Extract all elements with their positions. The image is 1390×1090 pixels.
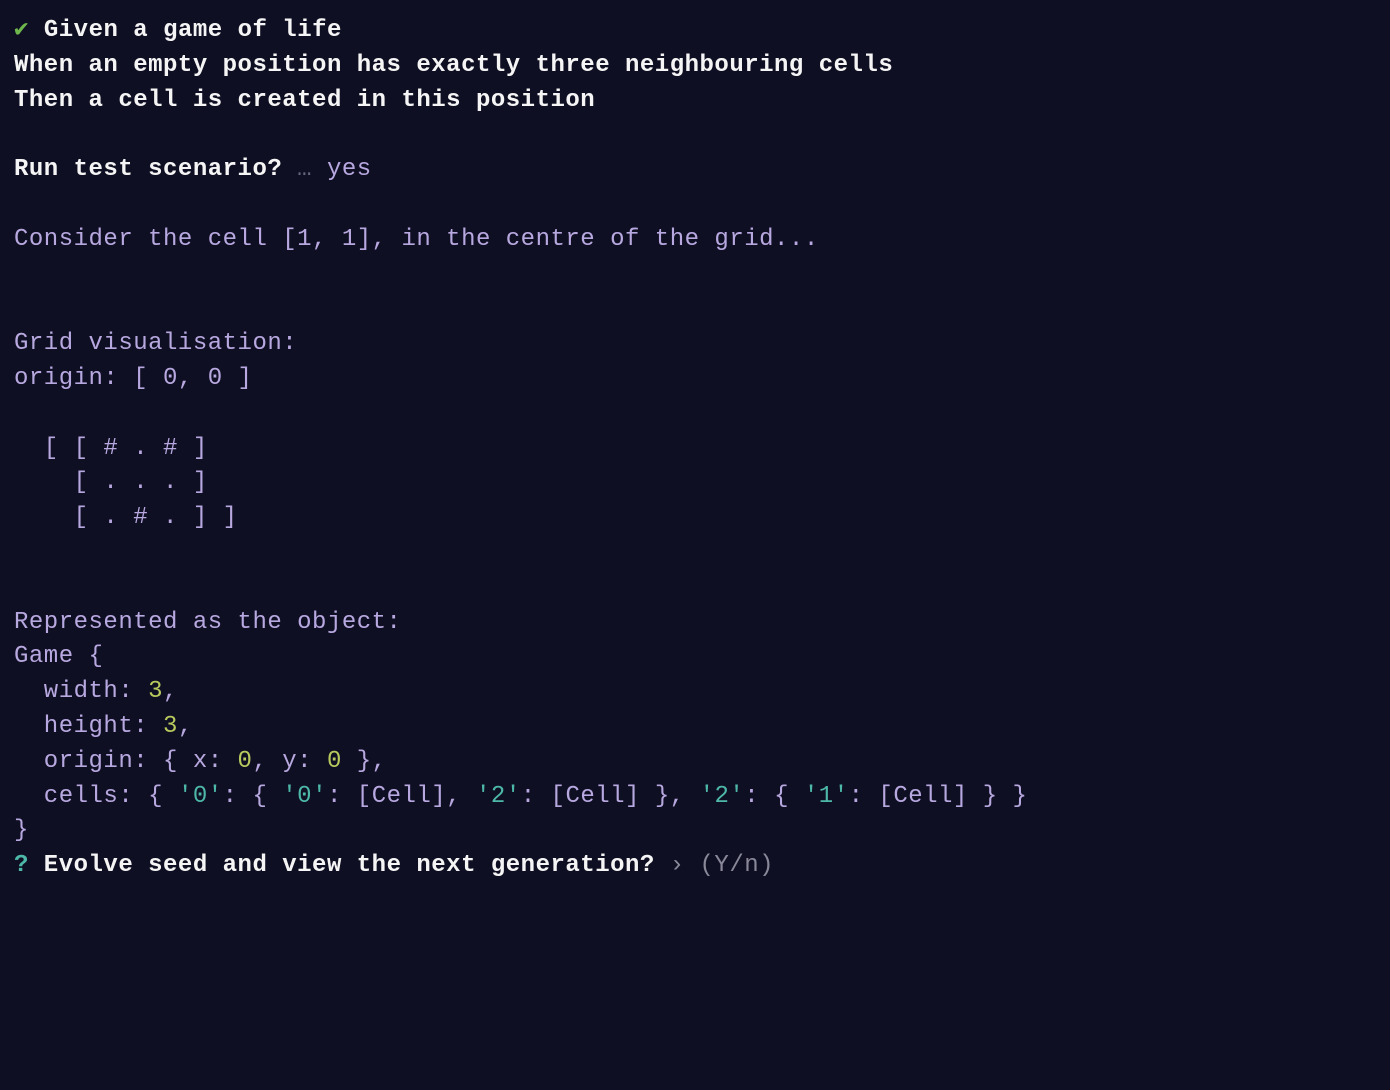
- height-line: height: 3,: [14, 713, 193, 740]
- evolve-prompt[interactable]: ? Evolve seed and view the next generati…: [14, 852, 774, 879]
- grid-vis-label: Grid visualisation:: [14, 330, 297, 357]
- evolve-question: Evolve seed and view the next generation…: [29, 852, 670, 879]
- consider-text: Consider the cell [1, 1], in the centre …: [14, 226, 819, 253]
- when-text: When an empty position has exactly three…: [14, 52, 893, 79]
- origin-line: origin: { x: 0, y: 0 },: [14, 748, 387, 775]
- question-mark-icon: ?: [14, 852, 29, 879]
- ellipsis: …: [297, 156, 312, 183]
- width-line: width: 3,: [14, 678, 178, 705]
- yn-hint: (Y/n): [685, 852, 774, 879]
- check-icon: ✔: [14, 17, 29, 44]
- terminal-output: ✔ Given a game of life When an empty pos…: [14, 14, 1376, 884]
- run-question: Run test scenario?: [14, 156, 282, 183]
- run-answer: yes: [327, 156, 372, 183]
- scenario-given-line: ✔ Given a game of life: [14, 17, 342, 44]
- represented-label: Represented as the object:: [14, 609, 401, 636]
- given-text: Given a game of life: [44, 17, 342, 44]
- origin-label: origin: [ 0, 0 ]: [14, 365, 252, 392]
- cells-line: cells: { '0': { '0': [Cell], '2': [Cell]…: [14, 783, 1027, 810]
- game-close: }: [14, 817, 29, 844]
- grid-row-2: [ . . . ]: [14, 469, 208, 496]
- run-scenario-prompt: Run test scenario? … yes: [14, 156, 372, 183]
- prompt-arrow: ›: [670, 852, 685, 879]
- grid-row-1: [ [ # . # ]: [14, 435, 208, 462]
- then-text: Then a cell is created in this position: [14, 87, 595, 114]
- grid-row-3: [ . # . ] ]: [14, 504, 238, 531]
- game-open: Game {: [14, 643, 103, 670]
